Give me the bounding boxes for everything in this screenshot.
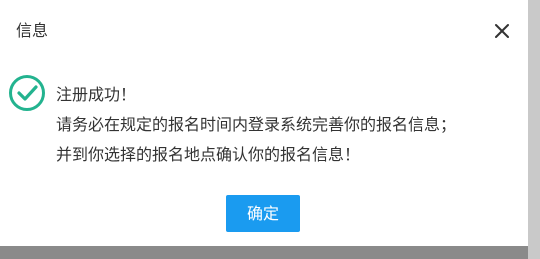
- page-backdrop: [528, 0, 540, 259]
- instruction-line-2: 并到你选择的报名地点确认你的报名信息！: [56, 145, 361, 164]
- close-button[interactable]: [488, 17, 516, 45]
- dialog-header: 信息: [0, 0, 528, 62]
- dialog-title: 信息: [16, 21, 49, 40]
- message-dialog: 信息 注册成功！ 请务必在规定的报名时间内登录系统完善你的报名信息； 并到你选择…: [0, 0, 528, 246]
- instruction-line-1: 请务必在规定的报名时间内登录系统完善你的报名信息；: [56, 115, 457, 134]
- dialog-body: 注册成功！ 请务必在规定的报名时间内登录系统完善你的报名信息； 并到你选择的报名…: [0, 62, 528, 180]
- confirm-button[interactable]: 确定: [226, 195, 300, 232]
- success-message: 注册成功！: [56, 85, 137, 104]
- close-icon: [495, 24, 509, 38]
- success-check-circle-icon: [9, 75, 45, 111]
